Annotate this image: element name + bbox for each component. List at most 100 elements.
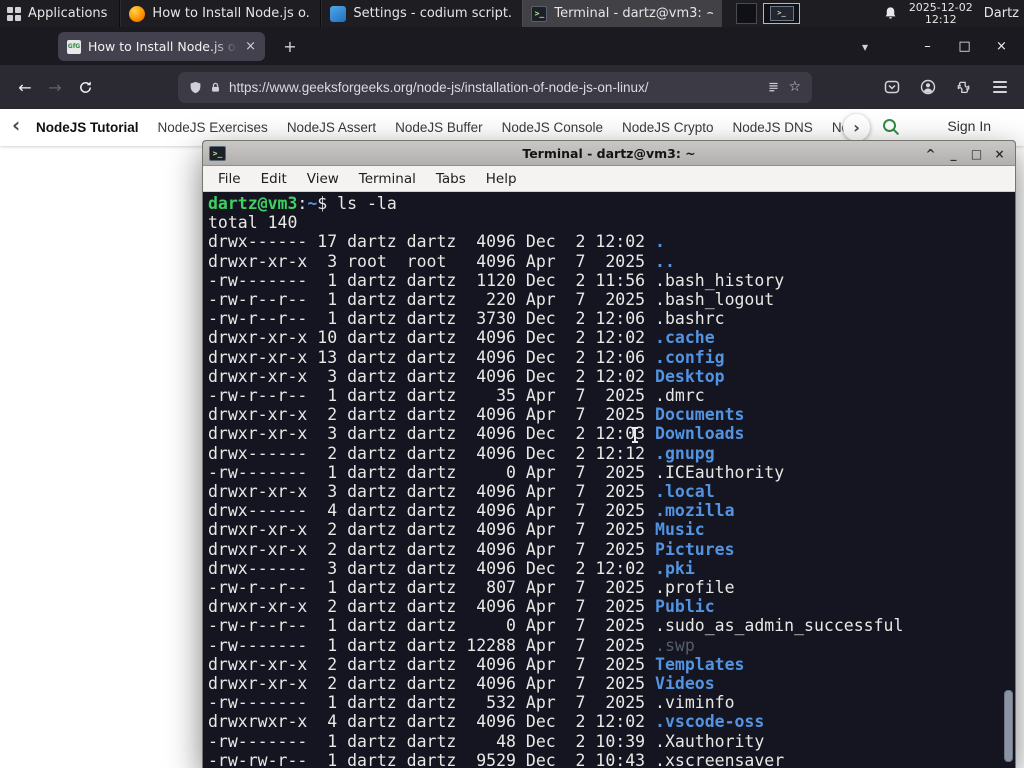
new-tab-button[interactable]: + [277, 34, 303, 59]
directory-name: .gnupg [655, 443, 715, 463]
menu-hamburger-icon[interactable] [985, 73, 1014, 102]
terminal-line: drwxr-xr-x 13 dartz dartz 4096 Dec 2 12:… [208, 347, 725, 367]
codium-icon [330, 5, 347, 22]
close-button[interactable]: × [983, 32, 1020, 60]
directory-name: Videos [655, 674, 715, 694]
file-name: .sudo_as_admin_successful [655, 616, 904, 636]
file-name: .dmrc [655, 386, 705, 406]
gfg-nav-item[interactable]: NodeJS Tutorial [36, 120, 139, 135]
workspace-2[interactable]: >_ [763, 3, 800, 24]
list-all-tabs-icon[interactable]: ▾ [853, 35, 877, 59]
terminal-icon: >_ [531, 5, 548, 22]
terminal-line: drwxr-xr-x 3 dartz dartz 4096 Dec 2 12:0… [208, 424, 745, 444]
bookmark-star-icon[interactable]: ☆ [788, 79, 801, 95]
terminal-body[interactable]: dartz@vm3:~$ ls -la total 140 drwx------… [204, 193, 1014, 768]
firefox-icon [129, 5, 146, 22]
gfg-nav-item[interactable]: NodeJS Assert [287, 120, 376, 135]
terminal-line: -rw------- 1 dartz dartz 532 Apr 7 2025 … [208, 693, 735, 713]
workspace-1[interactable] [736, 3, 757, 24]
account-icon[interactable] [913, 73, 942, 102]
search-icon[interactable] [881, 117, 901, 141]
terminal-menu-file[interactable]: File [208, 171, 251, 187]
nav-scroll-right-icon[interactable]: › [843, 114, 870, 141]
minimize-button[interactable]: – [909, 32, 946, 60]
scrollbar-thumb[interactable] [1004, 690, 1013, 762]
directory-name: . [655, 232, 665, 252]
maximize-button[interactable]: □ [965, 147, 988, 161]
browser-toolbar: ← → https://www.geeksforgeeks.org/node-j… [0, 65, 1024, 109]
nav-scroll-left-icon[interactable]: ‹ [12, 113, 20, 137]
directory-name: .config [655, 347, 725, 367]
terminal-scrollbar[interactable] [1003, 194, 1014, 767]
applications-icon [7, 6, 21, 21]
text-cursor [632, 427, 638, 443]
terminal-menu-edit[interactable]: Edit [251, 171, 297, 187]
directory-name: Music [655, 520, 705, 540]
tab-strip: GfG How to Install Node.js on... × + ▾ –… [0, 27, 1024, 65]
toolbar-right-icons [877, 73, 1014, 102]
terminal-command: ls -la [337, 194, 397, 213]
terminal-line: -rw------- 1 dartz dartz 1120 Dec 2 11:5… [208, 270, 785, 290]
directory-name: .local [655, 482, 715, 502]
gfg-nav-item[interactable]: NodeJS Console [502, 120, 603, 135]
directory-name: Documents [655, 405, 745, 425]
file-name: .ICEauthority [655, 462, 785, 482]
forward-button[interactable]: → [40, 72, 70, 102]
reader-mode-icon[interactable] [767, 81, 780, 94]
terminal-menubar: File Edit View Terminal Tabs Help [203, 166, 1015, 192]
maximize-button[interactable]: □ [946, 32, 983, 60]
taskbar-button[interactable]: >_ Terminal - dartz@vm3: ~ [521, 0, 723, 27]
url-text[interactable]: https://www.geeksforgeeks.org/node-js/in… [229, 80, 759, 95]
panel-status-area: 2025-12-02 12:12 Dartz [883, 0, 1024, 27]
tab-close-icon[interactable]: × [245, 39, 256, 54]
terminal-line: -rw-r--r-- 1 dartz dartz 35 Apr 7 2025 .… [208, 386, 705, 406]
gfg-nav-item[interactable]: NodeJS DNS [733, 120, 813, 135]
terminal-line: drwx------ 4 dartz dartz 4096 Apr 7 2025… [208, 501, 735, 521]
terminal-prompt-line: dartz@vm3:~$ ls -la [208, 194, 397, 213]
reload-button[interactable] [70, 72, 100, 102]
file-name: .xscreensaver [655, 750, 785, 768]
terminal-menu-terminal[interactable]: Terminal [349, 171, 426, 187]
terminal-line: drwxr-xr-x 2 dartz dartz 4096 Apr 7 2025… [208, 520, 705, 540]
file-name: .Xauthority [655, 731, 765, 751]
clock-time: 12:12 [924, 12, 957, 26]
sign-in-button[interactable]: Sign In [947, 118, 991, 134]
terminal-titlebar[interactable]: >_ Terminal - dartz@vm3: ~ ^ _ □ × [203, 141, 1015, 166]
terminal-line: drwxrwxr-x 4 dartz dartz 4096 Dec 2 12:0… [208, 712, 765, 732]
lock-icon[interactable] [210, 81, 221, 94]
terminal-line: -rw------- 1 dartz dartz 0 Apr 7 2025 .I… [208, 462, 785, 482]
terminal-menu-tabs[interactable]: Tabs [426, 171, 476, 187]
terminal-menu-help[interactable]: Help [476, 171, 527, 187]
terminal-mini-icon: >_ [769, 6, 794, 21]
taskbar-button[interactable]: Settings - codium script... [320, 0, 521, 27]
terminal-line: -rw-r--r-- 1 dartz dartz 807 Apr 7 2025 … [208, 578, 735, 598]
shade-button[interactable]: ^ [919, 147, 942, 161]
panel-username[interactable]: Dartz [984, 6, 1019, 21]
directory-name: Templates [655, 654, 745, 674]
panel-clock[interactable]: 2025-12-02 12:12 [909, 1, 973, 26]
gfg-nav-item[interactable]: NodeJS Exercises [158, 120, 268, 135]
browser-tab[interactable]: GfG How to Install Node.js on... × [58, 32, 265, 61]
terminal-line: -rw-rw-r-- 1 dartz dartz 9529 Dec 2 10:4… [208, 750, 785, 768]
shield-icon[interactable] [189, 80, 202, 95]
url-bar[interactable]: https://www.geeksforgeeks.org/node-js/in… [178, 71, 812, 103]
workspace-pager[interactable]: >_ [736, 3, 800, 24]
close-button[interactable]: × [988, 147, 1011, 161]
pocket-icon[interactable] [877, 73, 906, 102]
gfg-nav-item[interactable]: NodeJS Crypto [622, 120, 714, 135]
notifications-bell-icon[interactable] [883, 6, 898, 21]
terminal-menu-view[interactable]: View [297, 171, 349, 187]
terminal-line: -rw------- 1 dartz dartz 12288 Apr 7 202… [208, 635, 695, 655]
extensions-icon[interactable] [949, 73, 978, 102]
back-button[interactable]: ← [10, 72, 40, 102]
directory-name: .pki [655, 558, 695, 578]
applications-menu-button[interactable]: Applications [0, 0, 119, 27]
taskbar-button[interactable]: How to Install Node.js o... [119, 0, 320, 27]
terminal-line: drwxr-xr-x 10 dartz dartz 4096 Dec 2 12:… [208, 328, 715, 348]
directory-name: Public [655, 597, 715, 617]
terminal-line: -rw------- 1 dartz dartz 48 Dec 2 10:39 … [208, 731, 765, 751]
file-name: .swp [655, 635, 695, 655]
directory-name: .mozilla [655, 501, 735, 521]
minimize-button[interactable]: _ [942, 147, 965, 161]
gfg-nav-item[interactable]: NodeJS Buffer [395, 120, 483, 135]
